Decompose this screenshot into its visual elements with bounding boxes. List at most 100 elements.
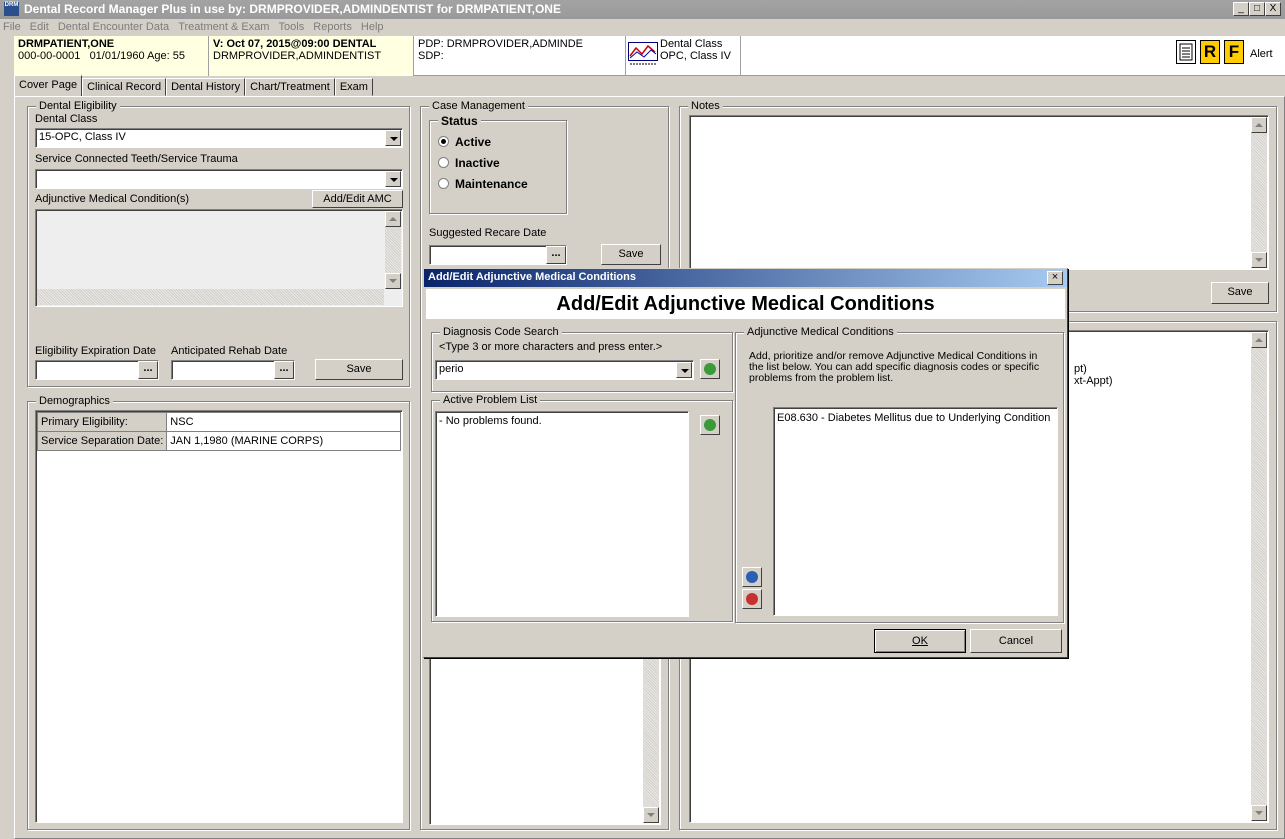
move-up-button[interactable] (742, 567, 762, 587)
service-separation-value: JAN 1,1980 (MARINE CORPS) (166, 431, 401, 451)
ok-label: OK (912, 635, 928, 647)
scroll-up-icon[interactable] (385, 211, 401, 227)
ok-button[interactable]: OK (874, 629, 966, 653)
problem-list[interactable]: - No problems found. (435, 411, 689, 617)
notes-icon[interactable] (1176, 40, 1196, 64)
status-maintenance-radio[interactable]: Maintenance (438, 177, 528, 191)
menu-file[interactable]: File (0, 19, 24, 35)
dental-class-label: Dental Class (660, 38, 723, 50)
primary-eligibility-value: NSC (166, 412, 401, 432)
date-picker-button[interactable]: ... (546, 246, 566, 264)
primary-eligibility-label: Primary Eligibility: (36, 412, 168, 432)
status-inactive-label: Inactive (455, 156, 500, 170)
dialog-heading: Add/Edit Adjunctive Medical Conditions (426, 289, 1065, 319)
alert-label[interactable]: Alert (1250, 48, 1273, 60)
cancel-button[interactable]: Cancel (970, 629, 1062, 653)
status-group: Status Active Inactive Maintenance (429, 114, 567, 214)
service-separation-label: Service Separation Date: (36, 431, 168, 451)
menu-reports[interactable]: Reports (310, 19, 355, 35)
dialog-close-icon[interactable]: × (1047, 271, 1063, 285)
anticipated-rehab-label: Anticipated Rehab Date (171, 345, 288, 357)
amc-list[interactable] (35, 209, 403, 307)
window-title-bar: DRM Dental Record Manager Plus in use by… (0, 0, 1285, 19)
problem-list-label: Active Problem List (440, 394, 541, 406)
dental-eligibility-group: Dental Eligibility Dental Class 15-OPC, … (27, 100, 410, 387)
amc-list-hscrollbar[interactable] (37, 289, 384, 305)
scroll-down-icon[interactable] (385, 273, 401, 289)
dental-eligibility-label: Dental Eligibility (36, 100, 120, 112)
diagnosis-search-input[interactable]: perio (435, 360, 694, 380)
app-icon: DRM (4, 2, 19, 16)
visit-info[interactable]: V: Oct 07, 2015@09:00 DENTAL DRMPROVIDER… (209, 36, 414, 76)
menu-tools[interactable]: Tools (276, 19, 308, 35)
close-button[interactable]: X (1265, 2, 1281, 16)
flag-r-button[interactable]: R (1200, 40, 1220, 64)
dental-class-select-value: 15-OPC, Class IV (39, 131, 126, 143)
anticipated-rehab-input[interactable]: ... (171, 360, 295, 380)
dental-class-label: Dental Class (35, 113, 98, 125)
notes-scrollbar[interactable] (1251, 117, 1267, 268)
tab-dental-history[interactable]: Dental History (166, 78, 246, 96)
scroll-up-icon[interactable] (1251, 332, 1267, 348)
document-icon (1179, 43, 1193, 61)
dental-class-info[interactable]: Dental Class OPC, Class IV (626, 36, 741, 76)
add-problem-button[interactable] (700, 415, 720, 435)
dental-class-select[interactable]: 15-OPC, Class IV (35, 128, 403, 148)
menu-treatment-exam[interactable]: Treatment & Exam (175, 19, 272, 35)
amc-list-scrollbar[interactable] (385, 211, 401, 289)
recare-date-input[interactable]: ... (429, 245, 567, 265)
eligibility-expiration-input[interactable]: ... (35, 360, 159, 380)
flag-f-button[interactable]: F (1224, 40, 1244, 64)
list-item[interactable]: - No problems found. (439, 415, 542, 427)
tab-chart-treatment[interactable]: Chart/Treatment (245, 78, 335, 96)
notes-label: Notes (688, 100, 723, 112)
menu-dental-encounter-data[interactable]: Dental Encounter Data (55, 19, 172, 35)
radio-icon (438, 178, 449, 189)
tab-clinical-record[interactable]: Clinical Record (82, 78, 167, 96)
tab-strip: Cover Page Clinical Record Dental Histor… (14, 75, 373, 97)
chevron-down-icon[interactable] (676, 362, 692, 378)
status-active-label: Active (455, 135, 492, 149)
add-diagnosis-button[interactable] (700, 359, 720, 379)
case-save-button[interactable]: Save (601, 244, 661, 265)
menu-bar: File Edit Dental Encounter Data Treatmen… (0, 19, 1285, 36)
eligibility-expiration-label: Eligibility Expiration Date (35, 345, 157, 357)
status-maintenance-label: Maintenance (455, 177, 528, 191)
chevron-down-icon[interactable] (385, 171, 401, 187)
status-inactive-radio[interactable]: Inactive (438, 156, 500, 170)
date-picker-button[interactable]: ... (274, 361, 294, 379)
notes-save-button[interactable]: Save (1211, 282, 1269, 304)
minimize-button[interactable]: _ (1233, 2, 1249, 16)
scroll-down-icon[interactable] (1251, 805, 1267, 821)
date-picker-button[interactable]: ... (138, 361, 158, 379)
amc-label: Adjunctive Medical Condition(s) (35, 193, 190, 205)
scroll-down-icon[interactable] (1251, 252, 1267, 268)
patient-info[interactable]: DRMPATIENT,ONE 000-00-0001 01/01/1960 Ag… (14, 36, 209, 76)
scroll-down-icon[interactable] (643, 807, 659, 823)
visit-label: V: Oct 07, 2015@09:00 DENTAL (213, 38, 377, 50)
tab-cover-page[interactable]: Cover Page (14, 75, 83, 97)
service-connected-select[interactable] (35, 169, 403, 189)
status-active-radio[interactable]: Active (438, 135, 491, 149)
maximize-button[interactable]: □ (1249, 2, 1265, 16)
appointment-line-2: xt-Appt) (1074, 375, 1113, 387)
tab-exam[interactable]: Exam (334, 78, 373, 96)
chevron-down-icon[interactable] (385, 130, 401, 146)
appointments-scrollbar[interactable] (1251, 332, 1267, 821)
eligibility-save-button[interactable]: Save (315, 359, 403, 380)
delete-icon (746, 593, 758, 605)
provider-info[interactable]: PDP: DRMPROVIDER,ADMINDE SDP: (414, 36, 626, 76)
list-item[interactable]: E08.630 - Diabetes Mellitus due to Under… (777, 412, 1055, 424)
add-edit-amc-button[interactable]: Add/Edit AMC (312, 190, 403, 208)
menu-help[interactable]: Help (358, 19, 387, 35)
adjunctive-conditions-dialog: Add/Edit Adjunctive Medical Conditions ×… (423, 268, 1068, 658)
remove-button[interactable] (742, 589, 762, 609)
amc-list[interactable]: E08.630 - Diabetes Mellitus due to Under… (773, 407, 1058, 616)
scroll-up-icon[interactable] (1251, 117, 1267, 133)
dialog-title-bar: Add/Edit Adjunctive Medical Conditions (424, 269, 1067, 287)
notes-textarea[interactable] (689, 115, 1269, 270)
patient-dob: 01/01/1960 (89, 50, 145, 62)
demographics-grid[interactable]: Primary Eligibility: NSC Service Separat… (35, 410, 403, 823)
diagnosis-search-group: Diagnosis Code Search <Type 3 or more ch… (431, 326, 733, 392)
menu-edit[interactable]: Edit (27, 19, 52, 35)
